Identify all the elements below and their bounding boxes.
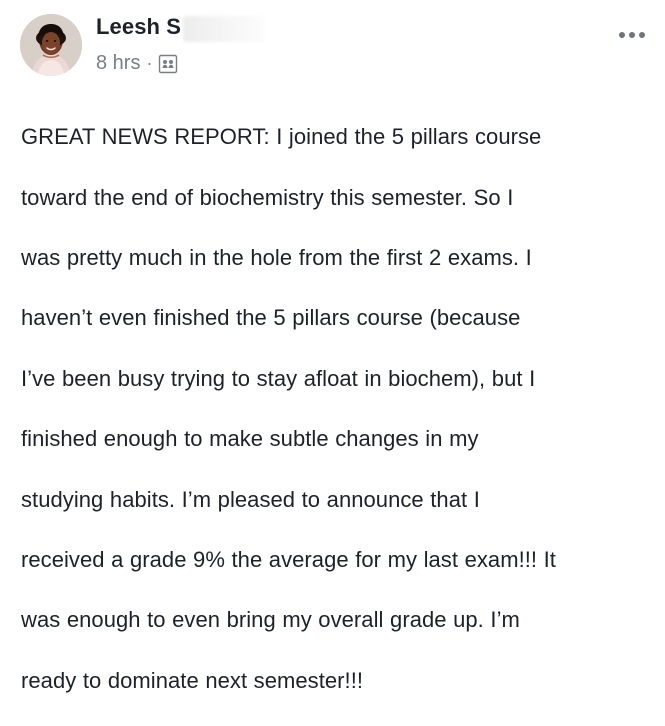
more-dot xyxy=(619,32,625,38)
post-body: GREAT NEWS REPORT: I joined the 5 pillar… xyxy=(21,92,653,726)
post-body-line-9: was enough to even bring my overall grad… xyxy=(21,607,520,633)
post-body-line-2: toward the end of biochemistry this seme… xyxy=(21,184,514,210)
post-body-line-7: studying habits. I’m pleased to announce… xyxy=(21,486,480,512)
more-dot xyxy=(629,32,635,38)
author-avatar[interactable] xyxy=(20,14,82,76)
post-meta: 8 hrs · xyxy=(96,52,178,75)
meta-separator: · xyxy=(146,53,153,73)
post-card: Leesh S 8 hrs · GREAT NEWS REPORT: I joi… xyxy=(0,0,665,693)
post-body-line-6: finished enough to make subtle changes i… xyxy=(21,426,479,452)
more-dot xyxy=(639,32,645,38)
post-body-line-5: I’ve been busy trying to stay afloat in … xyxy=(21,365,536,391)
post-time[interactable]: 8 hrs xyxy=(96,52,140,75)
post-body-line-8: received a grade 9% the average for my l… xyxy=(21,547,556,573)
post-body-line-3: was pretty much in the hole from the fir… xyxy=(21,245,532,271)
author-name[interactable]: Leesh S xyxy=(96,14,181,40)
name-redaction-blur xyxy=(183,16,265,42)
post-body-line-4: haven’t even finished the 5 pillars cour… xyxy=(21,305,521,331)
audience-group-icon[interactable] xyxy=(158,54,178,74)
post-body-line-1: GREAT NEWS REPORT: I joined the 5 pillar… xyxy=(21,124,542,150)
more-options-icon[interactable] xyxy=(617,28,647,42)
post-body-line-10: ready to dominate next semester!!! xyxy=(21,667,364,693)
